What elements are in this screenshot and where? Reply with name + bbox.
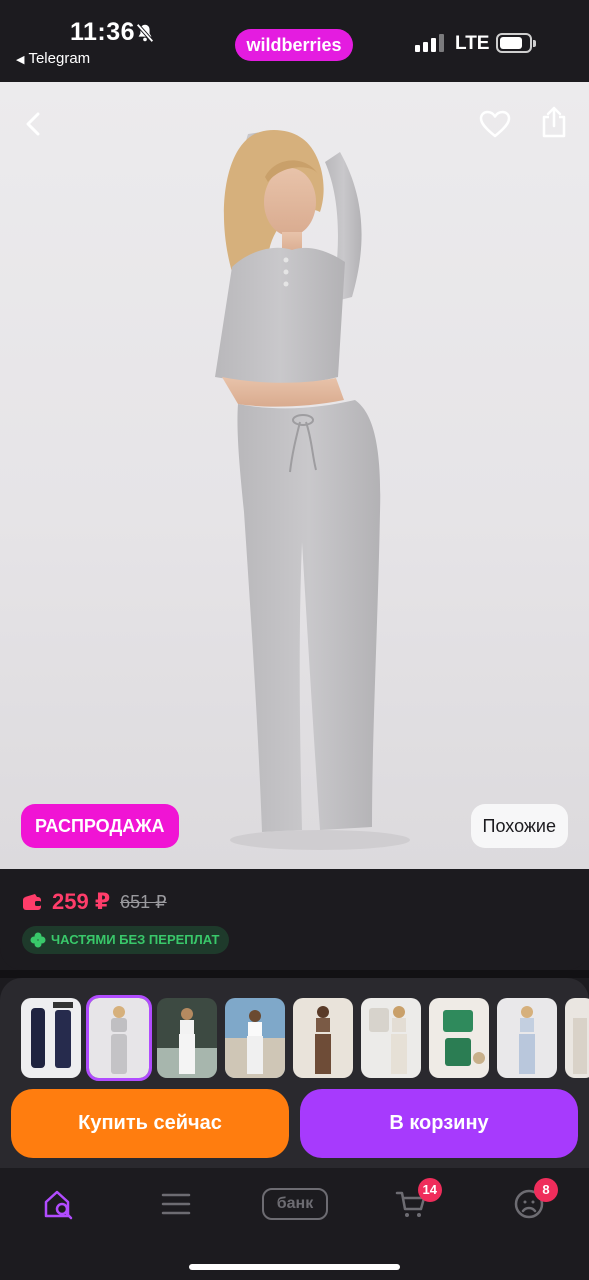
variant-thumb-white-beach[interactable] xyxy=(225,998,285,1078)
variant-thumb-white[interactable] xyxy=(157,998,217,1078)
clock: 11:36 xyxy=(70,18,136,46)
installment-label: ЧАСТЯМИ БЕЗ ПЕРЕПЛАТ xyxy=(51,932,220,947)
variant-thumb-blue[interactable] xyxy=(497,998,557,1078)
similar-button[interactable]: Похожие xyxy=(470,804,568,848)
variant-thumb-beige[interactable] xyxy=(361,998,421,1078)
nav-catalog[interactable] xyxy=(151,1184,201,1224)
status-bar: 11:36 ◀ Telegram wildberries LTE xyxy=(0,0,589,82)
variant-thumb-partial[interactable] xyxy=(565,998,589,1078)
nav-profile[interactable]: 8 xyxy=(504,1178,558,1224)
price-card: 259 ₽ 651 ₽ ЧАСТЯМИ БЕЗ ПЕРЕПЛАТ xyxy=(0,869,589,970)
favorite-button[interactable] xyxy=(475,104,515,144)
nav-home[interactable] xyxy=(34,1184,84,1224)
model-photo xyxy=(215,129,410,850)
installment-badge[interactable]: ЧАСТЯМИ БЕЗ ПЕРЕПЛАТ xyxy=(22,926,230,954)
product-image[interactable]: РАСПРОДАЖА Похожие xyxy=(0,82,589,869)
old-price: 651 ₽ xyxy=(120,891,167,912)
bell-muted-icon xyxy=(136,23,154,43)
add-to-cart-button[interactable]: В корзину xyxy=(300,1089,578,1158)
brand-logo: wildberries xyxy=(235,29,353,61)
back-triangle-icon: ◀ xyxy=(16,54,25,66)
nav-cart[interactable]: 14 xyxy=(386,1178,442,1224)
network-type: LTE xyxy=(455,33,490,54)
wallet-icon xyxy=(23,894,41,910)
price-row: 259 ₽ 651 ₽ xyxy=(22,889,167,915)
buy-now-button[interactable]: Купить сейчас xyxy=(11,1089,289,1158)
chevron-left-icon xyxy=(26,112,40,136)
back-app-label: Telegram xyxy=(28,50,91,67)
signal-icon xyxy=(415,34,445,52)
share-button[interactable] xyxy=(534,102,574,142)
variant-thumb-grey-selected[interactable] xyxy=(86,995,152,1081)
back-button[interactable] xyxy=(14,104,54,144)
profile-badge: 8 xyxy=(534,1178,558,1202)
menu-icon xyxy=(161,1193,191,1215)
nav-bank[interactable]: банк xyxy=(255,1184,335,1224)
home-search-icon xyxy=(44,1190,73,1220)
variant-thumb-navy[interactable] xyxy=(21,998,81,1078)
color-variants xyxy=(21,995,589,1081)
back-to-app[interactable]: ◀ Telegram xyxy=(16,50,90,67)
share-icon xyxy=(542,106,566,138)
battery-icon xyxy=(496,33,536,53)
cart-badge: 14 xyxy=(417,1178,442,1202)
clover-icon xyxy=(30,932,46,948)
heart-icon xyxy=(479,110,511,138)
bank-label: банк xyxy=(262,1188,328,1220)
bottom-nav: банк 14 8 xyxy=(0,1168,589,1280)
sale-badge: РАСПРОДАЖА xyxy=(21,804,179,848)
home-indicator xyxy=(189,1264,400,1270)
current-price: 259 ₽ xyxy=(52,889,111,914)
section-divider xyxy=(0,970,589,978)
variant-thumb-brown[interactable] xyxy=(293,998,353,1078)
variant-thumb-green[interactable] xyxy=(429,998,489,1078)
